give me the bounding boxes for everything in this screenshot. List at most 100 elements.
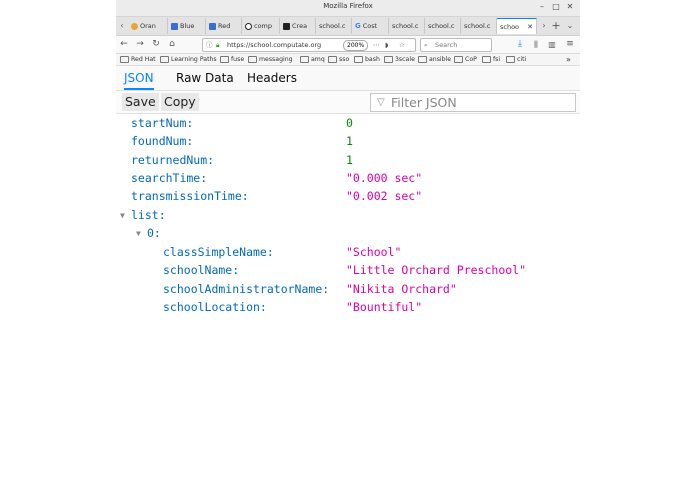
filter-icon: ▽ [377, 97, 385, 108]
navigation-bar: ← → ↻ ⌂ ⓘ 🔒︎ https://school.computate.or… [116, 36, 580, 54]
title-bar: Mozilla Firefox – □ ✕ [116, 0, 580, 17]
tab-strip: ‹ Oran Blue Red comp Crea school.c G Cost… [116, 17, 580, 36]
zoom-level-badge[interactable]: 200% [343, 40, 369, 51]
expand-triangle-icon[interactable]: ▼ [136, 225, 141, 243]
json-key: returnedNum: [131, 153, 215, 167]
github-icon [245, 22, 252, 30]
page-actions-icon[interactable]: ⋯ [373, 39, 380, 51]
tab-favicon-icon [171, 22, 178, 30]
folder-icon [120, 55, 129, 63]
browser-tab-active[interactable]: schoo ✕ [497, 18, 537, 34]
bookmark-item[interactable]: fsi [482, 54, 500, 65]
folder-icon [354, 55, 363, 63]
minimize-icon[interactable]: – [536, 2, 548, 11]
folder-icon [160, 55, 169, 63]
search-bar[interactable]: ⌕ Search [420, 38, 492, 52]
browser-tab[interactable]: Red [206, 18, 242, 34]
json-value: "0.002 sec" [346, 189, 423, 203]
bookmark-item[interactable]: Learning Paths [160, 54, 217, 65]
info-icon[interactable]: ⓘ [206, 39, 213, 51]
browser-tab[interactable]: Oran [128, 18, 168, 34]
copy-button[interactable]: Copy [161, 93, 199, 111]
url-bar[interactable]: ⓘ 🔒︎ https://school.computate.org 200% ⋯… [202, 38, 416, 52]
tab-list-chevron-down-icon[interactable]: ⌄ [564, 19, 576, 32]
json-value: "0.000 sec" [346, 171, 423, 185]
search-placeholder: Search [435, 41, 458, 49]
bookmark-item[interactable]: citi [506, 54, 526, 65]
json-key: list: [131, 208, 166, 222]
home-icon[interactable]: ⌂ [166, 38, 178, 51]
tab-json[interactable]: JSON [124, 66, 154, 90]
pocket-icon[interactable]: ◗ [385, 39, 388, 51]
bookmark-item[interactable]: fuse [220, 54, 244, 65]
tab-headers[interactable]: Headers [247, 66, 297, 90]
json-key: schoolAdministratorName: [163, 282, 330, 296]
browser-tab[interactable]: Blue [168, 18, 206, 34]
reload-icon[interactable]: ↻ [150, 38, 162, 51]
browser-tab[interactable]: school.c [389, 18, 425, 34]
bookmark-item[interactable]: 3scale [384, 54, 415, 65]
close-tab-icon[interactable]: ✕ [527, 19, 533, 34]
maximize-icon[interactable]: □ [550, 2, 562, 11]
bookmark-item[interactable]: amq [300, 54, 325, 65]
json-key: searchTime: [131, 171, 208, 185]
tab-favicon-icon [131, 22, 138, 30]
folder-icon [454, 55, 463, 63]
browser-tab[interactable]: comp [242, 18, 280, 34]
bookmarks-toolbar: Red Hat Learning Paths fuse messaging am… [116, 54, 580, 66]
filter-placeholder: Filter JSON [391, 95, 457, 110]
downloads-icon[interactable]: ⤓ [514, 38, 526, 51]
json-key: classSimpleName: [163, 245, 274, 259]
bookmark-item[interactable]: CoP [454, 54, 477, 65]
bookmark-item[interactable]: bash [354, 54, 380, 65]
window-title: Mozilla Firefox [323, 2, 373, 10]
json-key: foundNum: [131, 134, 194, 148]
sidebar-icon[interactable]: ▥ [546, 38, 558, 51]
folder-icon [384, 55, 393, 63]
menu-icon[interactable]: ≡ [564, 38, 576, 51]
bookmark-item[interactable]: ansible [418, 54, 451, 65]
json-value: 1 [346, 153, 353, 167]
close-window-icon[interactable]: ✕ [564, 2, 576, 11]
bookmark-item[interactable]: Red Hat [120, 54, 156, 65]
tab-scroll-right-icon[interactable]: › [538, 19, 550, 32]
json-key: schoolLocation: [163, 300, 267, 314]
folder-icon [220, 55, 229, 63]
new-tab-icon[interactable]: + [550, 19, 562, 32]
json-value: "Little Orchard Preschool" [346, 263, 527, 277]
google-icon: G [355, 22, 361, 30]
save-button[interactable]: Save [122, 93, 159, 111]
json-key: schoolName: [163, 263, 240, 277]
bookmark-item[interactable]: messaging [248, 54, 293, 65]
tab-favicon-icon [283, 22, 290, 30]
bookmark-item[interactable]: sso [328, 54, 349, 65]
folder-icon [482, 55, 491, 63]
browser-tab[interactable]: G Cost [352, 18, 389, 34]
browser-tab[interactable]: school.c [316, 18, 352, 34]
browser-tab[interactable]: Crea [280, 18, 316, 34]
json-viewer-tabs: JSON Raw Data Headers [116, 66, 580, 91]
bookmarks-overflow-icon[interactable]: » [566, 54, 571, 65]
json-value: "Bountiful" [346, 300, 423, 314]
json-value: "School" [346, 245, 402, 259]
folder-icon [248, 55, 257, 63]
json-viewer-toolbar: Save Copy ▽ Filter JSON [116, 91, 580, 114]
search-icon: ⌕ [424, 41, 428, 49]
back-icon[interactable]: ← [118, 38, 130, 51]
browser-tab[interactable]: school.c [425, 18, 461, 34]
json-value: 0 [346, 116, 353, 130]
browser-tab[interactable]: school.c [461, 18, 497, 34]
expand-triangle-icon[interactable]: ▼ [120, 207, 125, 225]
bookmark-star-icon[interactable]: ☆ [399, 39, 405, 51]
tab-favicon-icon [209, 22, 216, 30]
tab-scroll-left-icon[interactable]: ‹ [116, 19, 128, 32]
folder-icon [300, 55, 309, 63]
lock-icon: 🔒︎ [216, 41, 220, 49]
tab-raw-data[interactable]: Raw Data [176, 66, 234, 90]
filter-json-input[interactable]: ▽ Filter JSON [370, 93, 576, 112]
json-key: transmissionTime: [131, 189, 249, 203]
library-icon[interactable]: ⫼ [530, 38, 542, 51]
json-value: "Nikita Orchard" [346, 282, 457, 296]
forward-icon[interactable]: → [134, 38, 146, 51]
folder-icon [418, 55, 427, 63]
